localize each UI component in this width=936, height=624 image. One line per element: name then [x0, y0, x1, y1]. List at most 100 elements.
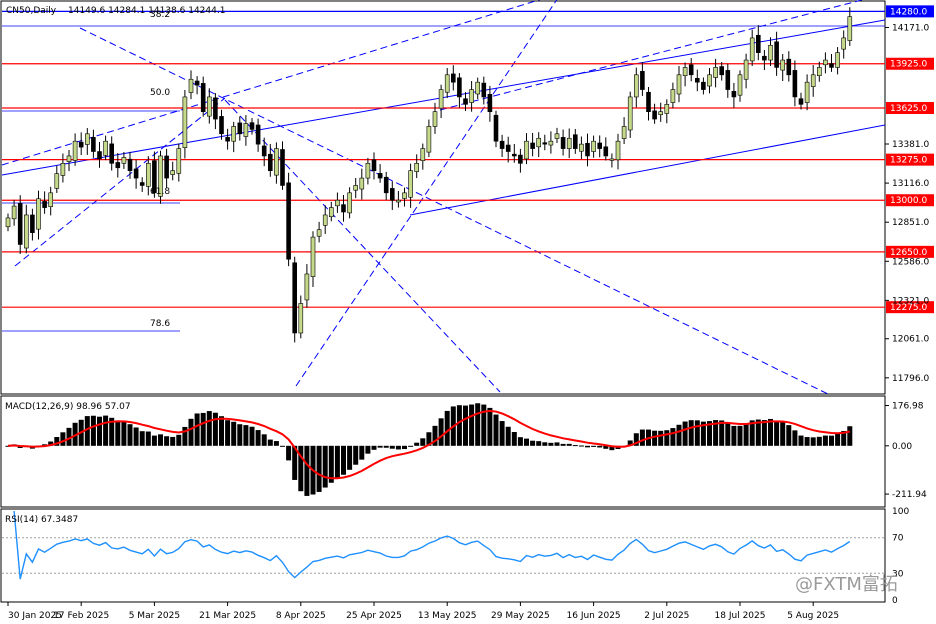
macd-bar [810, 437, 816, 446]
candle-body [542, 142, 548, 145]
rsi-title: RSI(14) 67.3487 [5, 515, 78, 525]
candle-body [560, 137, 566, 149]
candle-body [511, 153, 517, 157]
macd-bar [359, 445, 365, 460]
macd-bar [316, 445, 322, 492]
candle-body [530, 142, 535, 149]
macd-bar [188, 418, 194, 446]
candle-body [194, 80, 200, 86]
candle-body [304, 273, 310, 301]
candle-body [457, 77, 462, 98]
candle-body [322, 214, 328, 226]
macd-bar [273, 441, 279, 446]
candle-body [579, 143, 584, 152]
macd-bar [267, 439, 273, 446]
macd-bar [322, 445, 328, 488]
macd-bar [469, 404, 475, 446]
candle-body [475, 81, 481, 95]
candle-body [847, 16, 853, 41]
candle-body [60, 163, 66, 176]
candle-body [139, 182, 145, 186]
macd-bar [847, 426, 853, 446]
candle-body [396, 199, 401, 203]
macd-bar [103, 415, 109, 446]
candle-body [408, 170, 413, 198]
candle-body [719, 66, 725, 76]
candle-body [127, 158, 133, 172]
macd-bar [127, 424, 133, 446]
candle-body [335, 199, 340, 207]
macd-bar [548, 442, 554, 446]
candle-body [207, 96, 212, 117]
candle-body [255, 124, 261, 145]
macd-bar [402, 445, 407, 450]
macd-title: MACD(12,26,9) 98.96 57.07 [5, 402, 131, 412]
support-levels: 14280.013925.013625.013275.013000.012650… [2, 5, 934, 314]
candle-body [341, 204, 346, 213]
candle-body [237, 122, 243, 135]
macd-bar [341, 445, 346, 475]
candle-body [658, 111, 664, 115]
macd-bar [816, 436, 822, 446]
candle-body [780, 59, 786, 71]
candle-body [54, 173, 60, 189]
candle-body [200, 83, 206, 112]
candle-body [548, 140, 554, 146]
chart-symbol: CN50,Daily [6, 6, 57, 16]
macd-bar [536, 441, 542, 446]
candle-body [36, 198, 41, 230]
macd-bar [463, 405, 468, 446]
candle-body [615, 140, 621, 161]
macd-bar [585, 445, 590, 448]
macd-bar [225, 420, 231, 446]
macd-bar [90, 415, 96, 446]
candle-body [566, 137, 572, 149]
candle-body [432, 111, 438, 127]
macd-bar [200, 412, 206, 446]
candle-body [524, 140, 529, 160]
candle-body [816, 67, 822, 76]
macd-bar [505, 426, 511, 446]
candle-body [286, 182, 291, 260]
candle-body [554, 133, 560, 139]
macd-bar [456, 405, 462, 446]
candle-body [499, 140, 505, 149]
candle-body [389, 188, 395, 201]
macd-tick-label: 176.98 [892, 402, 924, 412]
macd-bar [133, 427, 139, 446]
candle-body [792, 70, 798, 98]
candle-body [274, 148, 279, 176]
candle-body [170, 170, 175, 175]
candle-body [91, 137, 96, 152]
candle-body [414, 163, 420, 172]
candle-body [365, 163, 371, 179]
candle-body [707, 74, 712, 87]
candle-body [682, 67, 688, 76]
macd-bar [237, 424, 243, 446]
macd-bar [158, 434, 163, 446]
candle-body [701, 81, 706, 90]
candle-body [652, 110, 657, 120]
candle-body [261, 145, 267, 157]
candle-body [572, 134, 578, 149]
fan-dashed-line-3 [224, 99, 501, 393]
candle-body [798, 98, 804, 105]
fib-label: 61.8 [150, 187, 170, 197]
macd-bar [60, 432, 66, 446]
candle-body [426, 126, 432, 153]
macd-bar [652, 430, 658, 446]
price-tag-label: 13625.0 [890, 104, 927, 114]
macd-bar [444, 410, 450, 446]
macd-bar [639, 429, 645, 446]
macd-bar [737, 425, 743, 446]
candle-body [359, 177, 365, 190]
rsi-indicator: 10070300 [2, 507, 909, 606]
candle-body [115, 162, 121, 169]
candle-body [438, 89, 444, 109]
candle-body [383, 176, 389, 194]
macd-bar [420, 438, 426, 446]
candle-body [23, 214, 29, 249]
macd-bar [438, 418, 444, 446]
macd-bar [829, 435, 834, 446]
fib-label: 50.0 [150, 88, 170, 98]
